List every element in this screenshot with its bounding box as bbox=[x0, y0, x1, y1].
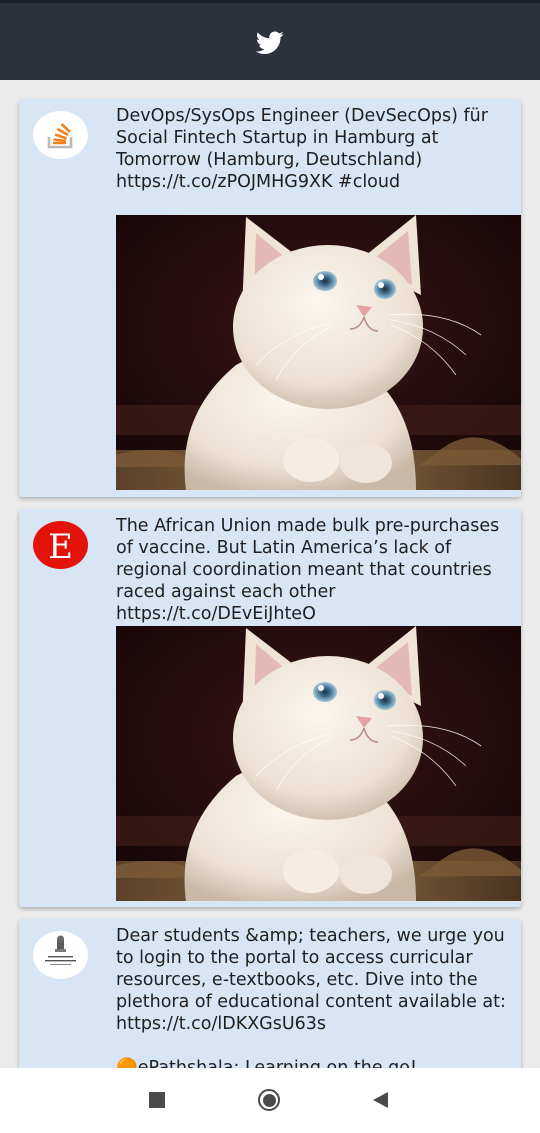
tweet-card[interactable]: Dear students &amp; teachers, we urge yo… bbox=[19, 919, 521, 1068]
economist-e-logo-icon[interactable]: E bbox=[33, 521, 88, 569]
tweet-card[interactable]: DevOps/SysOps Engineer (DevSecOps) für S… bbox=[19, 99, 521, 497]
tweet-card[interactable]: E The African Union made bulk pre-purcha… bbox=[19, 509, 521, 907]
tweet-media-image[interactable] bbox=[116, 215, 521, 490]
ministry-of-education-emblem-icon[interactable] bbox=[33, 931, 88, 979]
tweet-text: DevOps/SysOps Engineer (DevSecOps) für S… bbox=[116, 106, 494, 192]
circle-icon[interactable] bbox=[258, 1089, 280, 1111]
stackoverflow-logo-icon[interactable] bbox=[33, 111, 88, 159]
tweet-text: Dear students &amp; teachers, we urge yo… bbox=[116, 926, 506, 1068]
svg-text:E: E bbox=[48, 527, 73, 567]
square-icon[interactable] bbox=[149, 1092, 165, 1108]
tweet-media-image[interactable] bbox=[116, 626, 521, 901]
triangle-back-icon[interactable] bbox=[371, 1091, 389, 1113]
system-navigation-bar bbox=[0, 1068, 540, 1133]
app-header bbox=[0, 0, 540, 80]
twitter-bird-icon[interactable] bbox=[256, 30, 284, 55]
tweet-feed[interactable]: DevOps/SysOps Engineer (DevSecOps) für S… bbox=[0, 80, 540, 1068]
tweet-text: The African Union made bulk pre-purchase… bbox=[116, 516, 505, 624]
